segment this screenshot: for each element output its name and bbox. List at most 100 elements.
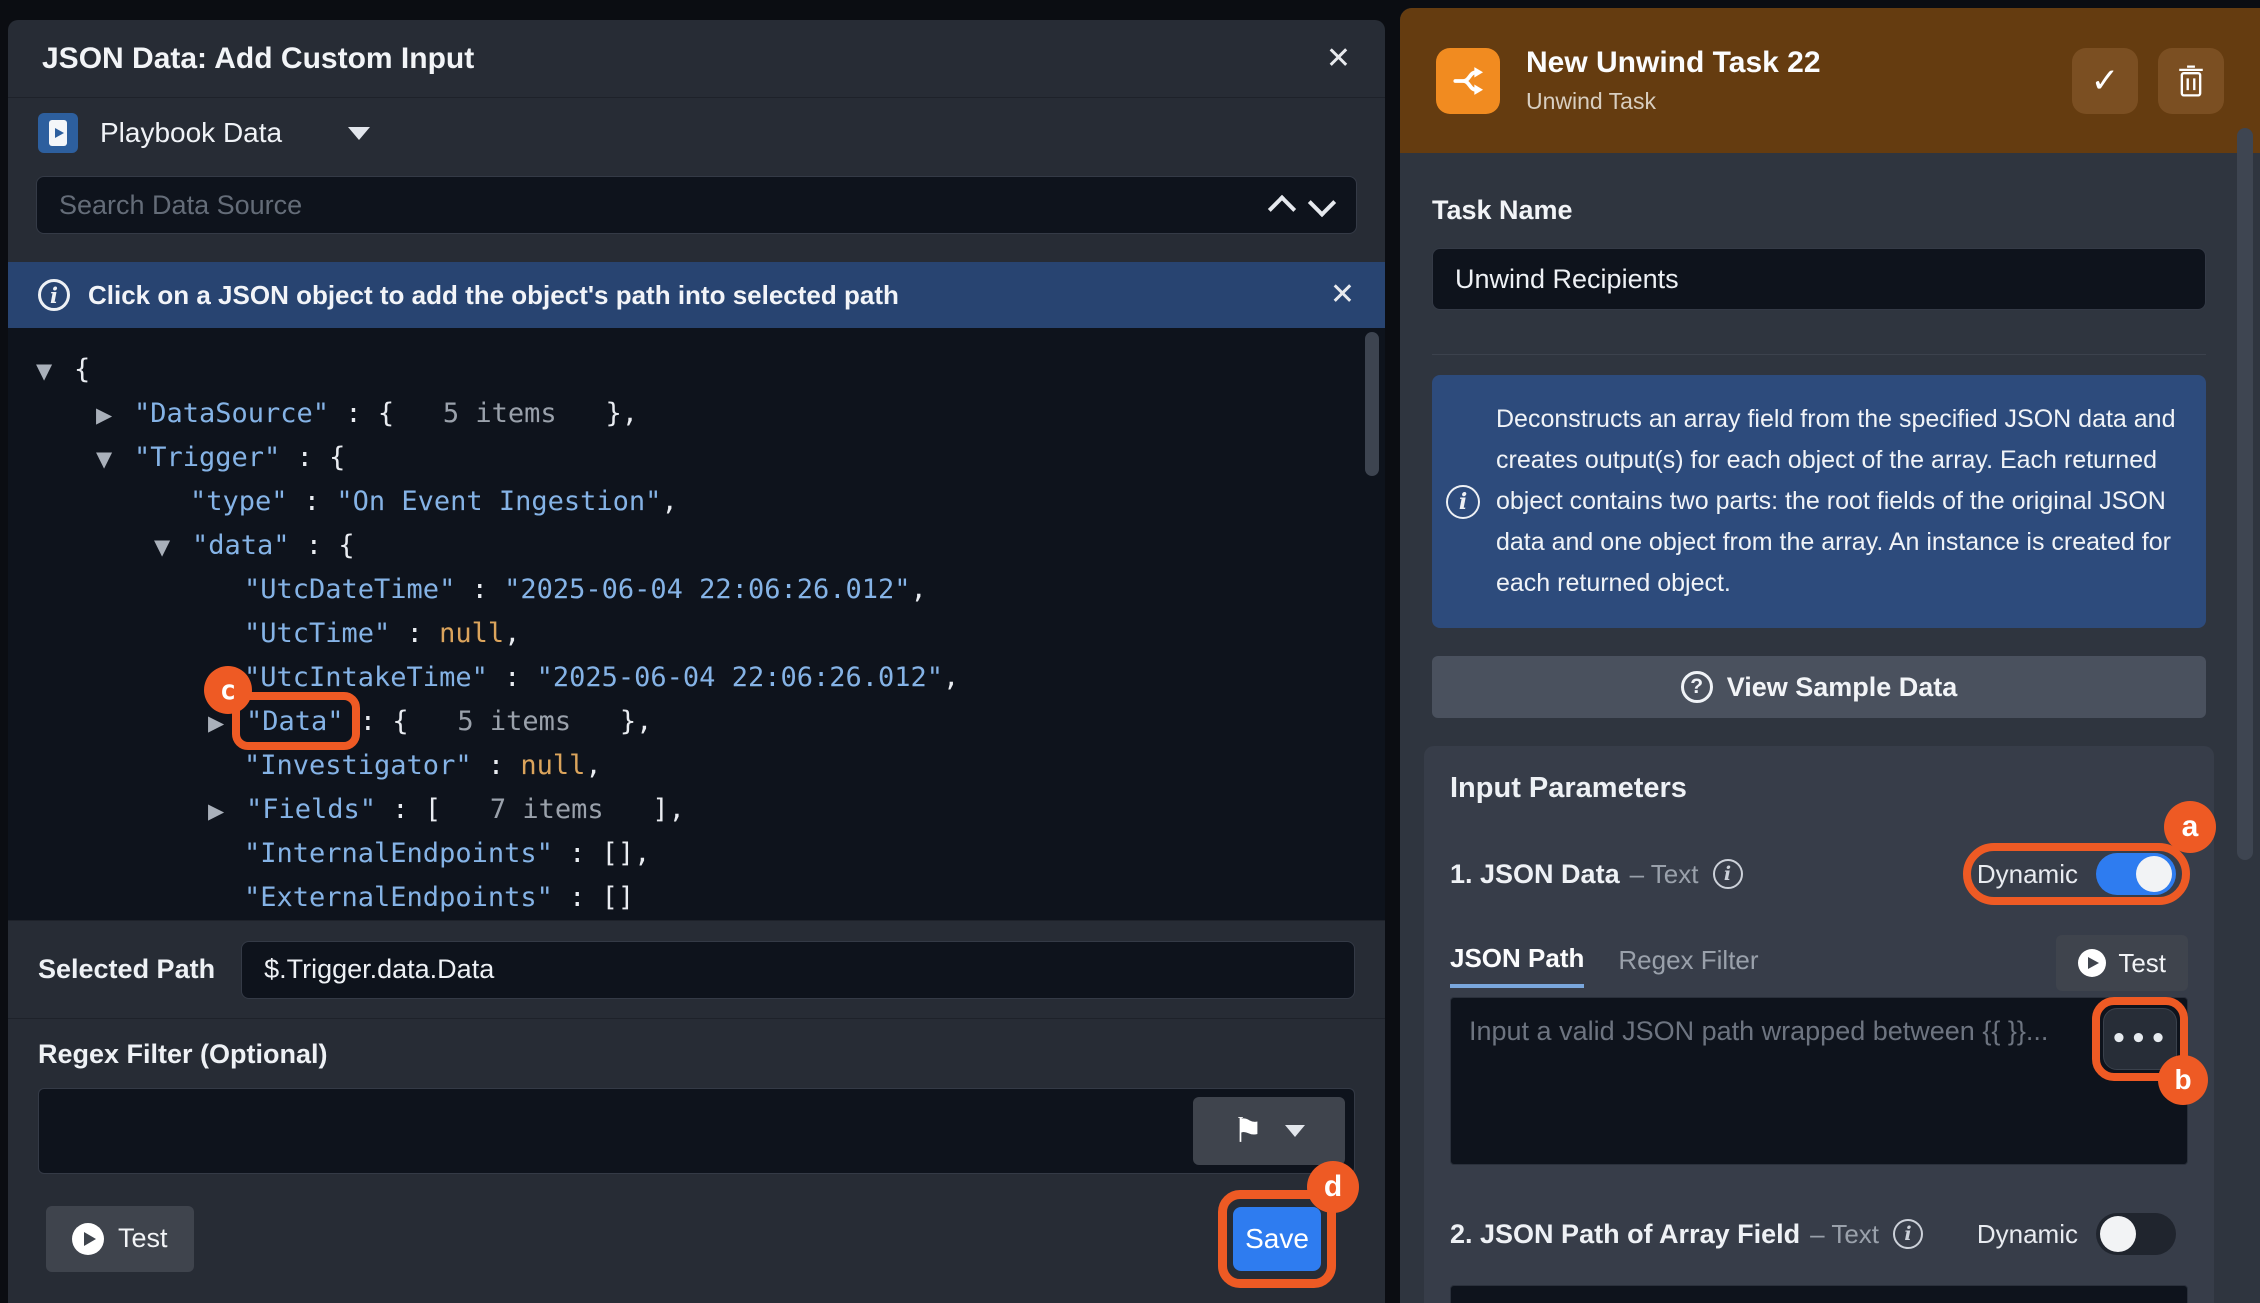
dialog-close-icon[interactable]: ✕: [1326, 44, 1351, 74]
json-token: "2025-06-04 22:06:26.012": [537, 662, 943, 693]
param-2-dynamic-toggle[interactable]: [2096, 1213, 2176, 1255]
tree-collapse-icon[interactable]: ▼: [96, 437, 134, 481]
tab-regex-filter[interactable]: Regex Filter: [1618, 945, 1758, 986]
json-tree-line[interactable]: "InternalEndpoints" : [],: [8, 832, 1385, 876]
banner-text: Click on a JSON object to add the object…: [88, 280, 899, 311]
chevron-down-icon[interactable]: [348, 127, 370, 140]
chevron-down-icon: [1285, 1125, 1305, 1137]
json-viewer: ▼{▶"DataSource" : { 5 items },▼"Trigger"…: [8, 328, 1385, 920]
check-icon: ✓: [2091, 61, 2120, 101]
json-token: ,: [661, 486, 677, 517]
tree-expand-icon[interactable]: ▶: [96, 393, 134, 437]
chevron-up-icon[interactable]: [1268, 195, 1296, 223]
question-icon: ?: [1681, 671, 1713, 703]
regex-filter-label: Regex Filter (Optional): [38, 1039, 1355, 1070]
param-1-tabs: JSON Path Regex Filter Test: [1450, 935, 2188, 995]
tree-expand-icon[interactable]: ▶: [208, 789, 246, 833]
regex-filter-input[interactable]: [39, 1089, 1354, 1173]
json-token: : {: [329, 398, 443, 429]
json-token: : []: [553, 882, 634, 913]
task-description-box: i Deconstructs an array field from the s…: [1432, 375, 2206, 628]
input-parameters-card: Input Parameters 1. JSON Data – Text i D…: [1424, 746, 2214, 1303]
confirm-button[interactable]: ✓: [2072, 48, 2138, 114]
json-token: 7 items: [490, 794, 604, 825]
json-token: : {: [290, 530, 355, 561]
json-token: null: [520, 750, 585, 781]
json-token: },: [557, 398, 638, 429]
json-token: :: [472, 750, 521, 781]
panel-scrollbar-thumb[interactable]: [2237, 128, 2253, 860]
json-tree-line[interactable]: "ExternalEndpoints" : []: [8, 876, 1385, 920]
regex-flags-button[interactable]: ⚑: [1193, 1097, 1345, 1165]
test-button[interactable]: Test: [46, 1206, 194, 1272]
data-source-row: Playbook Data: [8, 98, 1385, 168]
flag-icon: ⚑: [1233, 1111, 1263, 1151]
task-body: Task Name i Deconstructs an array field …: [1400, 195, 2260, 1303]
json-scrollbar-thumb[interactable]: [1365, 332, 1379, 476]
task-subtitle: Unwind Task: [1526, 88, 1821, 115]
tree-collapse-icon[interactable]: ▼: [36, 349, 74, 393]
json-token: ,: [911, 574, 927, 605]
json-token: "On Event Ingestion": [336, 486, 661, 517]
json-token: ,: [943, 662, 959, 693]
divider: [1432, 354, 2206, 355]
unwind-task-icon: [1436, 48, 1500, 114]
json-data-dialog: JSON Data: Add Custom Input ✕ Playbook D…: [8, 20, 1385, 1303]
param-1-dynamic-toggle[interactable]: [2096, 853, 2176, 895]
param-1-input[interactable]: [1451, 998, 2187, 1164]
task-name-input[interactable]: [1432, 248, 2206, 310]
json-token: null: [439, 618, 504, 649]
param-2-dynamic-group: Dynamic: [1965, 1203, 2188, 1265]
selected-path-input[interactable]: [241, 941, 1355, 999]
playbook-data-icon: [38, 113, 78, 153]
json-token: :: [488, 662, 537, 693]
banner-close-icon[interactable]: ✕: [1330, 280, 1355, 310]
dialog-title: JSON Data: Add Custom Input: [42, 42, 474, 76]
param-2-input[interactable]: [1451, 1286, 2187, 1303]
json-tree-line[interactable]: ▼"data" : {: [8, 524, 1385, 568]
param-1-input-wrap: ••• b: [1450, 997, 2188, 1165]
json-token: "type": [190, 486, 288, 517]
search-input[interactable]: [59, 190, 1258, 221]
data-source-select[interactable]: Playbook Data: [100, 117, 282, 149]
regex-filter-section: Regex Filter (Optional) ⚑: [8, 1018, 1385, 1174]
dialog-header: JSON Data: Add Custom Input ✕: [8, 20, 1385, 98]
json-tree-line[interactable]: ▶"DataSource" : { 5 items },: [8, 392, 1385, 436]
json-tree-line[interactable]: "UtcTime" : null,: [8, 612, 1385, 656]
json-token: :: [390, 618, 439, 649]
json-token: "DataSource": [134, 398, 329, 429]
tree-collapse-icon[interactable]: ▼: [154, 525, 192, 569]
json-token: "Trigger": [134, 442, 280, 473]
json-tree-line[interactable]: "Investigator" : null,: [8, 744, 1385, 788]
json-token: "UtcTime": [244, 618, 390, 649]
info-icon: i: [1446, 485, 1480, 519]
json-token: "2025-06-04 22:06:26.012": [504, 574, 910, 605]
json-tree-line[interactable]: "type" : "On Event Ingestion",: [8, 480, 1385, 524]
tab-json-path[interactable]: JSON Path: [1450, 943, 1584, 988]
json-token: :: [455, 574, 504, 605]
dynamic-label: Dynamic: [1977, 859, 2078, 890]
info-icon[interactable]: i: [1893, 1219, 1923, 1249]
task-name-label: Task Name: [1432, 195, 2206, 226]
chevron-down-icon[interactable]: [1308, 189, 1336, 217]
input-parameters-heading: Input Parameters: [1450, 772, 2188, 805]
param-1-test-button[interactable]: Test: [2056, 935, 2188, 991]
selected-path-row: Selected Path: [8, 920, 1385, 1018]
json-tree-line[interactable]: ▶"Fields" : [ 7 items ],: [8, 788, 1385, 832]
view-sample-data-button[interactable]: ? View Sample Data: [1432, 656, 2206, 718]
expand-editor-button[interactable]: ••• b: [2103, 1008, 2177, 1070]
json-token: "InternalEndpoints": [244, 838, 553, 869]
delete-button[interactable]: [2158, 48, 2224, 114]
json-tree-line[interactable]: "UtcDateTime" : "2025-06-04 22:06:26.012…: [8, 568, 1385, 612]
json-tree: ▼{▶"DataSource" : { 5 items },▼"Trigger"…: [8, 348, 1385, 920]
json-tree-line[interactable]: ▼{: [8, 348, 1385, 392]
annotation-badge-a: a: [2164, 801, 2216, 853]
info-banner: i Click on a JSON object to add the obje…: [8, 262, 1385, 328]
save-button[interactable]: Save: [1233, 1207, 1321, 1271]
json-tree-line[interactable]: ▼"Trigger" : {: [8, 436, 1385, 480]
info-icon[interactable]: i: [1713, 859, 1743, 889]
param-1-name: JSON Data: [1480, 859, 1620, 889]
param-2-type: – Text: [1810, 1219, 1879, 1250]
unwind-task-panel: New Unwind Task 22 Unwind Task ✓ Task Na…: [1400, 8, 2260, 1303]
regex-filter-wrap: ⚑: [38, 1088, 1355, 1174]
